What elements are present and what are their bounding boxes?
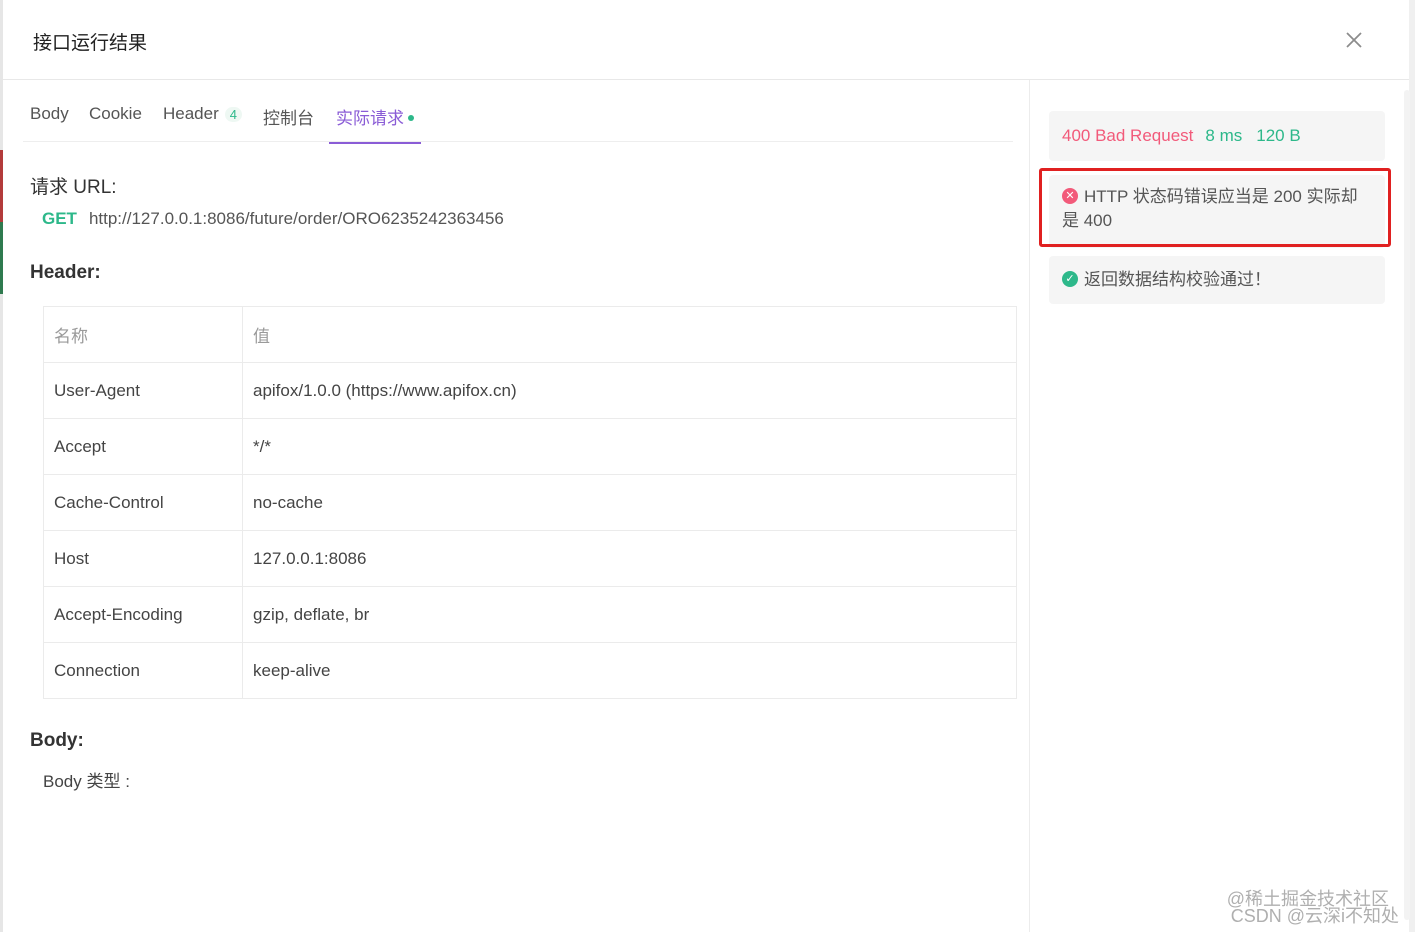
header-value-cell: */* [242,418,1017,475]
tab-body-label: Body [30,104,69,123]
request-url-label: 请求 URL: [30,177,117,198]
status-code-text: 400 Bad Request [1062,126,1194,145]
header-name-cell: Accept [43,418,243,475]
table-row: Accept-Encoding gzip, deflate, br [43,586,1017,643]
table-row: Host 127.0.0.1:8086 [43,530,1017,587]
header-section-label: Header: [30,262,101,283]
body-type-label: Body 类型 : [43,772,130,791]
request-url-text: http://127.0.0.1:8086/future/order/ORO62… [88,209,504,228]
header-value-cell: keep-alive [242,642,1017,699]
assertion-pass-text: 返回数据结构校验通过！ [1084,270,1271,289]
response-size-text: 120 B [1256,126,1301,145]
header-value-cell: apifox/1.0.0 (https://www.apifox.cn) [242,362,1017,419]
column-header-name: 名称 [43,306,243,363]
modal-header: 接口运行结果 [3,0,1409,80]
table-row: Accept */* [43,418,1017,475]
assertion-pass-card: ✓ 返回数据结构校验通过！ [1049,256,1385,304]
assertion-fail-text: HTTP 状态码错误应当是 200 实际却是 400 [1062,187,1358,230]
check-circle-icon: ✓ [1062,270,1078,287]
scrollbar[interactable] [1404,90,1410,920]
tab-console-label: 控制台 [263,109,314,128]
header-name-cell: Accept-Encoding [43,586,243,643]
tab-header-label: Header [163,104,219,123]
header-value-cell: 127.0.0.1:8086 [242,530,1017,587]
watermark-line2: CSDN @云深i不知处 [1230,906,1399,926]
tab-actual-request-label: 实际请求 [336,109,404,128]
table-row: Cache-Control no-cache [43,474,1017,531]
modal-title: 接口运行结果 [33,33,148,54]
table-header-row: 名称 值 [43,306,1017,363]
header-name-cell: User-Agent [43,362,243,419]
header-table: 名称 值 User-Agent apifox/1.0.0 (https://ww… [43,306,1017,699]
header-value-cell: no-cache [242,474,1017,531]
response-status-bar: 400 Bad Request 8 ms 120 B [1049,111,1385,161]
header-name-cell: Cache-Control [43,474,243,531]
tab-cookie-label: Cookie [89,104,142,123]
close-icon [1346,32,1362,48]
tab-actual-request[interactable]: 实际请求 [329,104,421,144]
header-value-cell: gzip, deflate, br [242,586,1017,643]
header-name-cell: Host [43,530,243,587]
request-url-line: GET http://127.0.0.1:8086/future/order/OR… [42,209,504,229]
column-header-value: 值 [242,306,1017,363]
assertion-fail-card: ✕ HTTP 状态码错误应当是 200 实际却是 400 [1049,175,1385,248]
tab-header[interactable]: Header 4 [163,104,242,142]
response-summary-panel: 400 Bad Request 8 ms 120 B ✕ HTTP 状态码错误应当是 … [1031,80,1403,932]
tab-cookie[interactable]: Cookie [89,104,142,142]
tab-body[interactable]: Body [30,104,69,142]
header-name-cell: Connection [43,642,243,699]
response-time-text: 8 ms [1205,126,1243,145]
tab-header-count-badge: 4 [224,107,242,122]
request-detail-panel: Body Cookie Header 4 控制台 实际请求 请求 URL: GET… [3,80,1030,932]
table-row: User-Agent apifox/1.0.0 (https://www.api… [43,362,1017,419]
active-dot-icon [408,114,414,121]
tab-console[interactable]: 控制台 [263,104,314,142]
tab-bar: Body Cookie Header 4 控制台 实际请求 [23,102,1013,144]
page: 接口运行结果 Body Cookie Header 4 控制台 实际请求 请求 … [0,0,1415,932]
x-circle-icon: ✕ [1062,187,1078,204]
close-button[interactable] [1340,26,1368,54]
body-section-label: Body: [30,730,84,751]
table-row: Connection keep-alive [43,642,1017,699]
http-method-badge: GET [42,209,77,228]
